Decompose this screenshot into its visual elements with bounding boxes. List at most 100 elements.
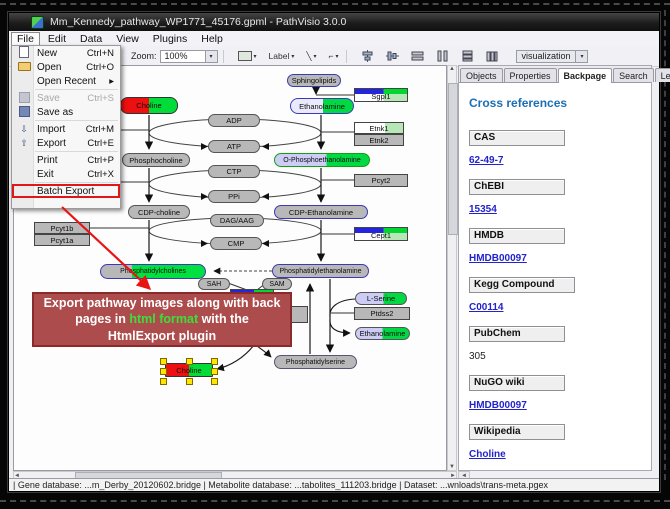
menu-item-new[interactable]: New Ctrl+N [12,46,120,60]
node-ethanolamine[interactable]: Ethanolamine [290,98,354,114]
status-text: | Gene database: ...m_Derby_20120602.bri… [13,480,548,490]
chevron-down-icon[interactable]: ▾ [205,51,217,62]
genebox-cept1[interactable]: Cept1 [354,227,408,241]
tab-legend[interactable]: Legend [655,68,670,82]
stack-horizontal-button[interactable] [483,49,502,64]
node-cdp-ethanolamine[interactable]: CDP-Ethanolamine [274,205,368,219]
connector-tool-button[interactable]: ⌐ ▾ [326,49,342,64]
zoom-combobox[interactable]: 100% ▾ [160,50,218,63]
pathvisio-window: Mm_Kennedy_pathway_WP1771_45176.gpml - P… [8,12,660,492]
stack-vertical-icon [461,50,474,62]
distribute-horizontal-button[interactable] [408,49,427,64]
selection-handle[interactable] [211,378,218,385]
node-o-phosphoethanolamine[interactable]: O-Phosphoethanolamine [274,153,370,167]
menu-help[interactable]: Help [195,32,229,46]
selection-handle[interactable] [160,368,167,375]
label-tool-button[interactable]: Label ▾ [266,49,298,64]
menu-separator [35,151,118,152]
menu-item-exit[interactable]: Exit Ctrl+X [12,167,120,181]
menu-item-export[interactable]: ⇧ Export Ctrl+E [12,136,120,150]
selection-handle[interactable] [211,368,218,375]
menu-item-save-as[interactable]: Save as [12,105,120,119]
export-icon: ⇧ [15,138,33,149]
chevron-down-icon: ▾ [335,53,338,60]
tab-objects[interactable]: Objects [460,68,503,82]
node-phosphatidylcholines[interactable]: Phosphatidylcholines [100,264,206,279]
menu-item-save[interactable]: Save Ctrl+S [12,91,120,105]
selection-handle[interactable] [211,358,218,365]
save-icon [15,92,33,105]
menu-data[interactable]: Data [74,32,108,46]
menu-plugins[interactable]: Plugins [147,32,193,46]
backpage-panel: Cross references CAS 62-49-7 ChEBI 15354… [459,82,651,470]
chevron-down-icon[interactable]: ▾ [575,51,587,62]
node-ctp[interactable]: CTP [208,165,260,178]
scroll-down-icon[interactable]: ▼ [449,464,455,470]
node-choline[interactable]: Choline [120,97,178,114]
menu-item-batch-export[interactable]: Batch Export [12,184,120,198]
menu-view[interactable]: View [110,32,145,46]
visualization-combobox[interactable]: visualization ▾ [516,50,588,63]
node-ethanolamine-bottom[interactable]: Ethanolamine [355,327,410,340]
xref-link[interactable]: HMDB00097 [469,254,527,264]
selection-handle[interactable] [160,378,167,385]
node-choline-selected[interactable]: Choline [165,363,213,377]
gene-datanode-tool-button[interactable]: ▾ [235,49,260,64]
node-sphingolipids[interactable]: Sphingolipids [287,74,341,87]
file-menu-dropdown: New Ctrl+N Open Ctrl+O Open Recent ▸ Sav… [11,45,121,209]
align-vertical-center-button[interactable] [358,49,377,64]
node-adp[interactable]: ADP [208,114,260,127]
node-phosphocholine[interactable]: Phosphocholine [122,153,190,167]
cross-references-heading: Cross references [469,96,641,110]
genebox-pcyt1a[interactable]: Pcyt1a [34,234,90,246]
node-ppi[interactable]: PPi [208,190,260,203]
menu-item-import[interactable]: ⇩ Import Ctrl+M [12,122,120,136]
menu-item-open-recent[interactable]: Open Recent ▸ [12,74,120,88]
genebox-sgpl1[interactable]: Sgpl1 [354,88,408,102]
line-tool-button[interactable]: ╲ ▾ [303,49,319,64]
genebox-pcyt1b[interactable]: Pcyt1b [34,222,90,234]
save-as-icon [15,106,33,119]
genebox-etnk1[interactable]: Etnk1 [354,122,404,134]
xref-link[interactable]: HMDB00097 [469,401,527,411]
open-folder-icon [15,62,33,73]
annotation-callout: Export pathway images along with back pa… [32,292,292,347]
side-panel-tabs: Objects Properties Backpage Search Legen… [459,66,651,83]
chevron-down-icon: ▾ [254,53,257,60]
xref-link[interactable]: 15354 [469,205,497,215]
menu-item-print[interactable]: Print Ctrl+P [12,153,120,167]
tab-backpage[interactable]: Backpage [558,68,613,83]
tab-search[interactable]: Search [613,68,654,82]
node-l-serine[interactable]: L-Serine [355,292,407,305]
expression-band [355,89,407,94]
align-horizontal-center-button[interactable] [383,49,402,64]
node-phosphatidylethanolamine[interactable]: Phosphatidylethanolamine [272,264,369,278]
node-cmp[interactable]: CMP [210,237,262,250]
stack-vertical-button[interactable] [458,49,477,64]
menu-edit[interactable]: Edit [42,32,72,46]
desktop-texture-bottom [0,500,670,502]
node-sah[interactable]: SAH [198,278,230,290]
genebox-etnk2[interactable]: Etnk2 [354,134,404,146]
scroll-up-icon[interactable]: ▲ [449,66,455,72]
tab-properties[interactable]: Properties [504,68,557,82]
xref-section-chebi: ChEBI 15354 [469,179,641,228]
node-phosphatidylserine[interactable]: Phosphatidylserine [274,355,357,369]
genebox-pcyt2[interactable]: Pcyt2 [354,174,408,187]
menu-item-open[interactable]: Open Ctrl+O [12,60,120,74]
xref-link[interactable]: 62-49-7 [469,156,503,166]
distribute-vertical-button[interactable] [433,49,452,64]
node-cdp-choline[interactable]: CDP-choline [128,205,190,219]
selection-handle[interactable] [160,358,167,365]
genebox-ptdss2[interactable]: Ptdss2 [354,307,410,320]
node-atp[interactable]: ATP [208,140,260,153]
menu-file[interactable]: File [11,32,40,46]
selection-handle[interactable] [186,358,193,365]
node-dag-aag[interactable]: DAG/AAG [210,214,264,227]
selection-handle[interactable] [186,378,193,385]
title-bar[interactable]: Mm_Kennedy_pathway_WP1771_45176.gpml - P… [9,13,659,31]
vertical-scroll-thumb[interactable] [448,83,458,235]
xref-link[interactable]: Choline [469,450,506,460]
xref-link[interactable]: C00114 [469,303,503,313]
xref-database-name: Kegg Compound [469,277,575,293]
